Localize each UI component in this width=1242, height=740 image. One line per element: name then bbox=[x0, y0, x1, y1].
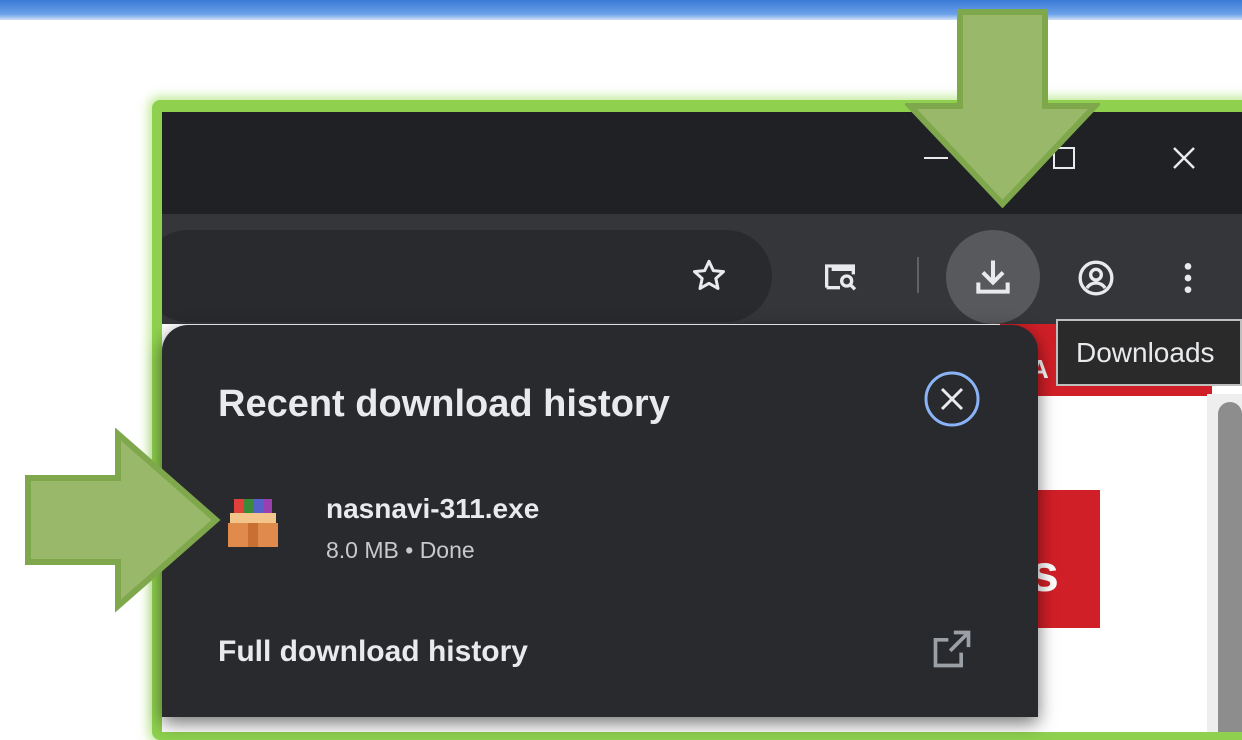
close-panel-button[interactable] bbox=[922, 369, 982, 429]
more-vert-icon bbox=[1184, 263, 1192, 293]
bookmark-button[interactable] bbox=[685, 252, 733, 300]
panel-title: Recent download history bbox=[218, 383, 670, 425]
close-circle-icon bbox=[924, 371, 980, 427]
download-file-name[interactable]: nasnavi-311.exe bbox=[326, 493, 539, 525]
full-download-history-link[interactable]: Full download history bbox=[218, 635, 528, 669]
more-menu-button[interactable] bbox=[1164, 254, 1212, 302]
search-in-page-icon bbox=[825, 264, 857, 291]
downloads-panel: Recent download history nasnavi-311.exe … bbox=[162, 325, 1038, 717]
address-bar[interactable] bbox=[162, 230, 772, 322]
close-window-button[interactable] bbox=[1164, 138, 1204, 178]
star-icon bbox=[693, 259, 725, 290]
download-item[interactable]: nasnavi-311.exe 8.0 MB • Done bbox=[202, 475, 998, 585]
annotation-arrow-right bbox=[25, 428, 221, 613]
search-in-page-button[interactable] bbox=[816, 252, 864, 300]
downloads-button[interactable] bbox=[946, 230, 1040, 324]
close-icon bbox=[1173, 147, 1195, 169]
download-file-status: 8.0 MB • Done bbox=[326, 537, 475, 563]
toolbar-separator bbox=[917, 257, 919, 293]
profile-button[interactable] bbox=[1072, 254, 1120, 302]
profile-icon bbox=[1078, 260, 1114, 296]
archive-icon bbox=[228, 499, 278, 547]
scrollbar-thumb[interactable] bbox=[1218, 402, 1242, 732]
open-in-new-icon[interactable] bbox=[930, 627, 974, 671]
download-icon bbox=[976, 260, 1010, 294]
annotation-arrow-down bbox=[905, 9, 1100, 208]
downloads-tooltip: Downloads bbox=[1056, 319, 1242, 386]
